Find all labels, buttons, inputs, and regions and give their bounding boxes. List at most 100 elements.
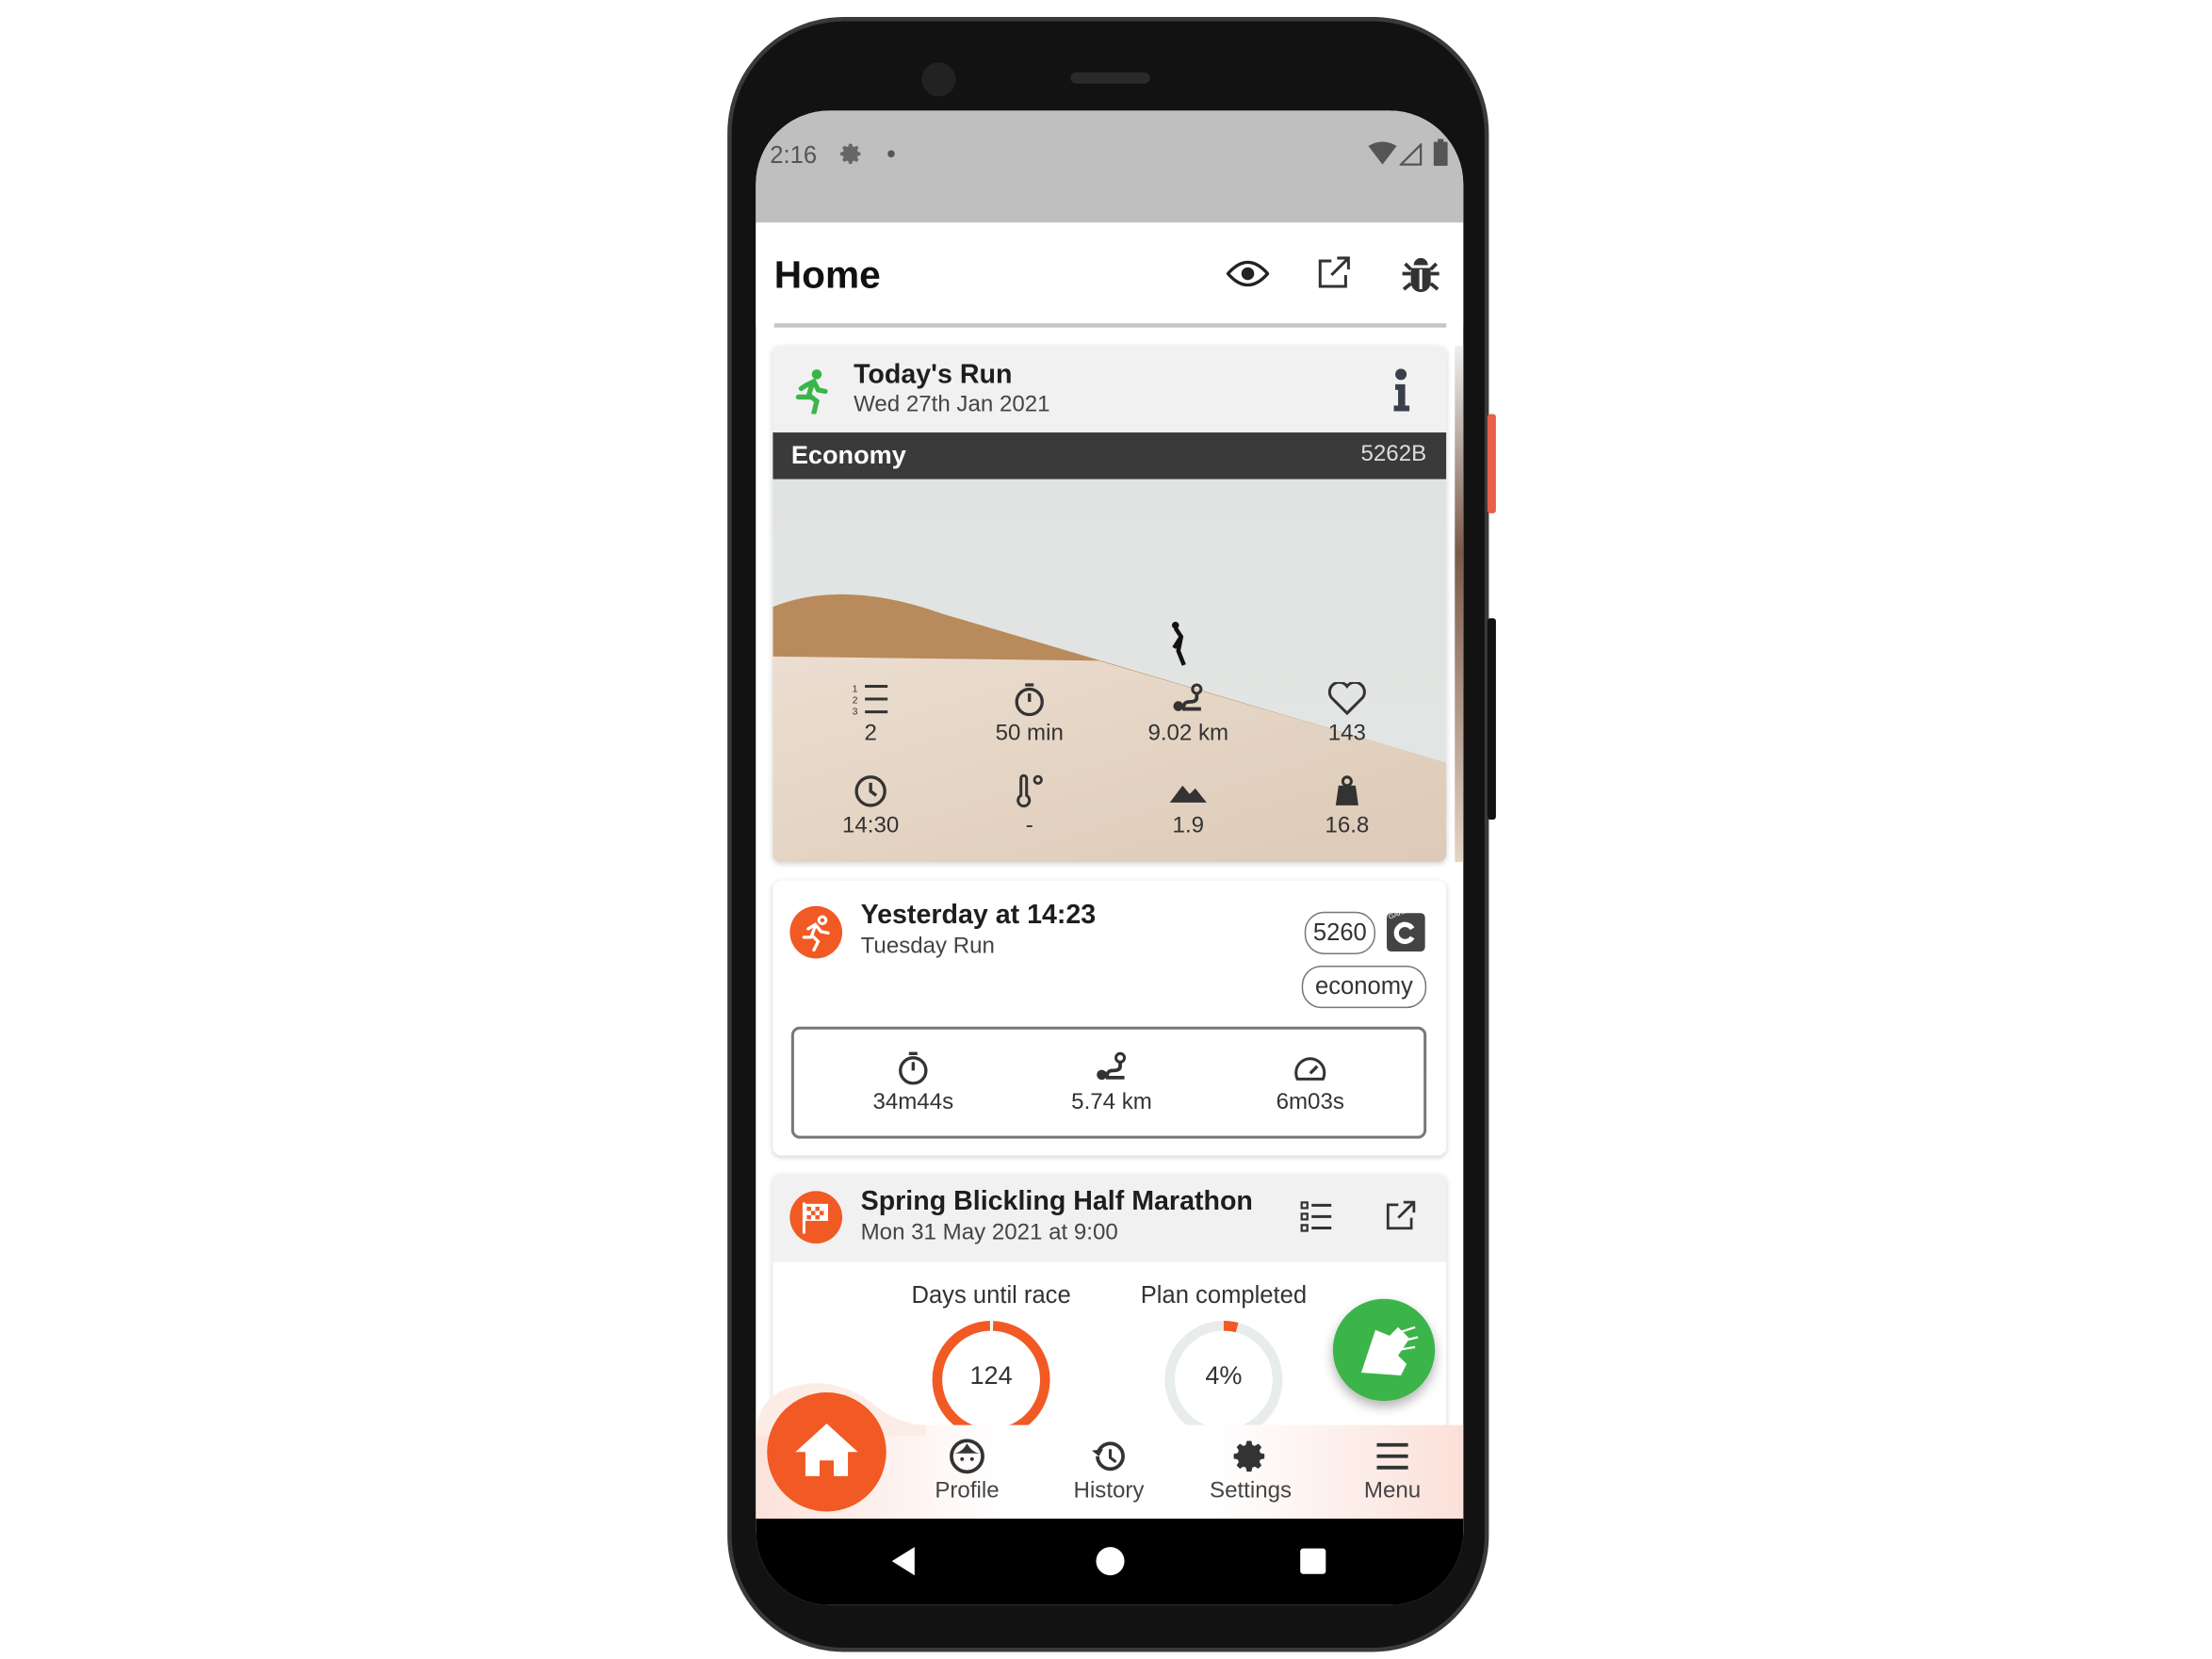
stat-heart-rate: 143 xyxy=(1269,681,1425,747)
stat-temperature: - xyxy=(951,773,1108,839)
speaker xyxy=(1070,72,1150,84)
svg-text:3: 3 xyxy=(853,707,858,717)
nav-menu[interactable]: Menu xyxy=(1328,1438,1456,1504)
svg-text:1: 1 xyxy=(853,684,858,695)
run-activity-icon xyxy=(789,905,843,959)
type-badge: economy xyxy=(1301,965,1427,1009)
activity-subtitle: Tuesday Run xyxy=(860,934,995,959)
recents-icon[interactable] xyxy=(1300,1548,1326,1574)
nav-settings[interactable]: Settings xyxy=(1187,1438,1314,1504)
plan-value: 4% xyxy=(1205,1360,1243,1391)
stopwatch-icon xyxy=(899,1051,928,1085)
app-header: Home xyxy=(756,222,1464,328)
status-bar: 2:16 xyxy=(756,110,1464,223)
stopwatch-icon xyxy=(1015,683,1044,717)
nav-label: History xyxy=(1073,1478,1145,1504)
external-link-icon[interactable] xyxy=(1386,1199,1417,1230)
route-icon xyxy=(1173,683,1203,711)
stat-value: 9.02 km xyxy=(1147,722,1229,746)
stat-value: 50 min xyxy=(995,722,1064,746)
eye-icon[interactable] xyxy=(1226,259,1270,287)
workout-band: Economy 5262B xyxy=(773,432,1447,480)
workout-type: Economy xyxy=(790,441,906,470)
nav-label: Settings xyxy=(1210,1478,1293,1504)
gear-icon xyxy=(1233,1440,1265,1472)
home-icon xyxy=(795,1423,858,1476)
svg-text:2: 2 xyxy=(853,695,858,707)
settings-icon xyxy=(840,143,861,164)
yesterday-run-card[interactable]: Yesterday at 14:23 Tuesday Run 5260 GARM… xyxy=(773,880,1447,1156)
bug-icon[interactable] xyxy=(1400,253,1442,296)
card-date: Wed 27th Jan 2021 xyxy=(854,392,1050,417)
stat-value: 2 xyxy=(864,722,877,746)
signal-icon xyxy=(1399,143,1423,166)
stat-value: 34m44s xyxy=(872,1090,954,1115)
stat-time: 14:30 xyxy=(792,774,949,839)
running-shoe-icon xyxy=(1360,1326,1419,1375)
history-icon xyxy=(1091,1441,1125,1472)
system-nav-bar xyxy=(756,1518,1464,1605)
external-link-icon[interactable] xyxy=(1317,255,1351,289)
info-icon[interactable] xyxy=(1391,368,1411,412)
card-title: Today's Run xyxy=(854,360,1013,390)
list-icon: 123 xyxy=(853,684,888,717)
code-badge: 5260 xyxy=(1304,911,1375,954)
plan-label: Plan completed xyxy=(1140,1281,1308,1309)
battery-icon xyxy=(1433,138,1448,167)
race-date: Mon 31 May 2021 at 9:00 xyxy=(860,1220,1118,1245)
clock-icon xyxy=(854,775,886,807)
status-time: 2:16 xyxy=(770,141,818,170)
start-run-fab[interactable] xyxy=(1332,1298,1436,1402)
mountain-icon xyxy=(1169,785,1207,803)
stat-value: 143 xyxy=(1327,722,1366,746)
stat-value: 5.74 km xyxy=(1071,1090,1152,1115)
stat-distance: 9.02 km xyxy=(1111,682,1267,747)
nav-label: Menu xyxy=(1363,1478,1422,1504)
stat-distance: 5.74 km xyxy=(1033,1050,1190,1115)
back-icon[interactable] xyxy=(889,1546,918,1577)
stat-duration: 34m44s xyxy=(836,1050,992,1115)
thermometer-icon xyxy=(1017,773,1043,808)
running-icon xyxy=(795,369,828,415)
power-button xyxy=(1487,414,1496,513)
speedometer-icon xyxy=(1294,1057,1326,1081)
activity-stats-box: 34m44s 5.74 km 6m03s xyxy=(790,1026,1427,1139)
nav-history[interactable]: History xyxy=(1045,1438,1172,1504)
stat-elevation: 1.9 xyxy=(1111,774,1267,839)
page-title: Home xyxy=(773,253,881,297)
header-divider xyxy=(773,323,1447,328)
plan-list-icon[interactable] xyxy=(1300,1201,1332,1232)
stat-value: 6m03s xyxy=(1276,1090,1344,1115)
home-button[interactable] xyxy=(767,1392,886,1512)
nav-profile[interactable]: Profile xyxy=(903,1438,1031,1504)
nav-label: Profile xyxy=(935,1478,1000,1504)
stat-value: 16.8 xyxy=(1325,813,1370,838)
card-header: Today's Run Wed 27th Jan 2021 xyxy=(773,346,1447,433)
hamburger-icon xyxy=(1376,1442,1408,1470)
home-system-icon[interactable] xyxy=(1096,1547,1125,1576)
stat-value: - xyxy=(1025,813,1033,838)
garmin-connect-icon: GARMIN xyxy=(1387,904,1425,951)
stat-duration: 50 min xyxy=(951,682,1108,747)
face-icon xyxy=(950,1439,984,1474)
camera xyxy=(921,62,956,97)
stat-value: 14:30 xyxy=(842,813,900,838)
days-value: 124 xyxy=(969,1360,1013,1391)
wifi-icon xyxy=(1368,141,1397,165)
todays-run-card[interactable]: Today's Run Wed 27th Jan 2021 Economy 52… xyxy=(773,346,1447,863)
activity-title: Yesterday at 14:23 xyxy=(860,900,1097,931)
stat-pace: 6m03s xyxy=(1232,1050,1389,1115)
next-card-peek xyxy=(1455,346,1464,863)
race-title: Spring Blickling Half Marathon xyxy=(860,1186,1253,1217)
route-icon xyxy=(1097,1051,1127,1081)
stat-laps: 1232 xyxy=(792,682,949,747)
screen: 2:16 Home Today's Run Wed 27th Jan 2021 xyxy=(756,110,1464,1605)
workout-code: 5262B xyxy=(1360,442,1427,467)
weight-icon xyxy=(1335,775,1358,805)
volume-button xyxy=(1487,618,1496,820)
card-header: Spring Blickling Half Marathon Mon 31 Ma… xyxy=(773,1174,1447,1262)
race-flag-icon xyxy=(789,1191,843,1244)
stat-weight: 16.8 xyxy=(1269,774,1425,839)
heart-icon xyxy=(1327,681,1366,716)
dot-icon xyxy=(887,150,895,158)
